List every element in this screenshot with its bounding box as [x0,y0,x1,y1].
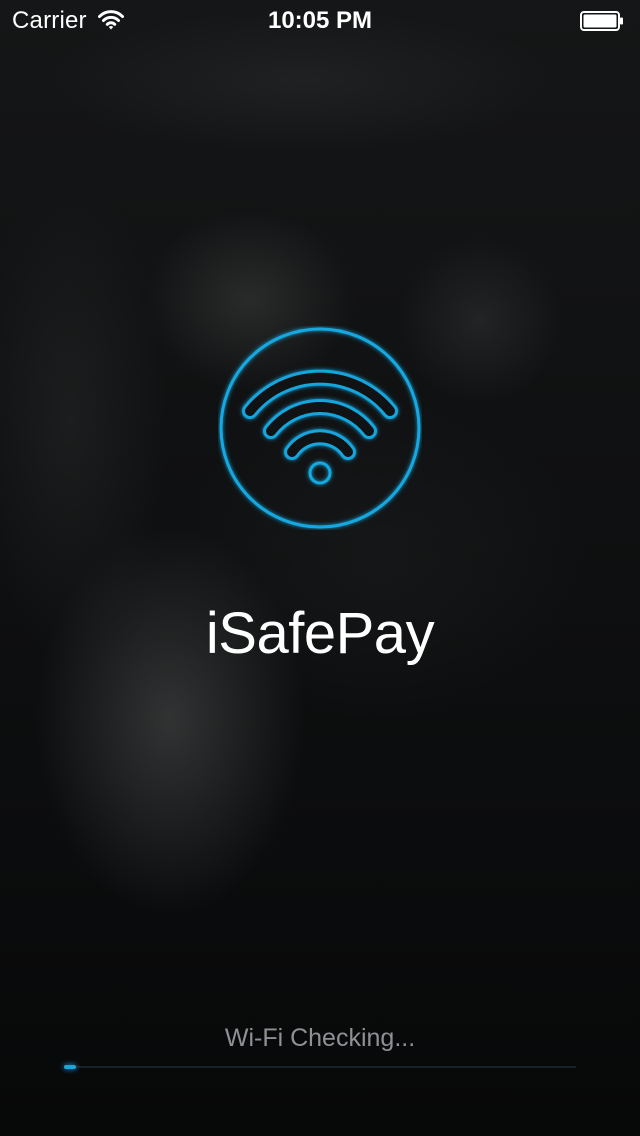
progress-fill [64,1065,76,1069]
battery-fill [583,14,617,28]
status-time: 10:05 PM [267,7,373,34]
battery-icon [580,11,624,31]
splash-screen: Carrier 10:05 PM iSafePay Wi-Fi Checking… [0,0,640,1136]
progress-bar [64,1065,576,1069]
status-bar: Carrier 10:05 PM [0,0,640,40]
wifi-circle-icon [218,326,422,530]
wifi-checking-status: Wi-Fi Checking... [224,1024,416,1052]
app-title: iSafePay [205,601,435,666]
